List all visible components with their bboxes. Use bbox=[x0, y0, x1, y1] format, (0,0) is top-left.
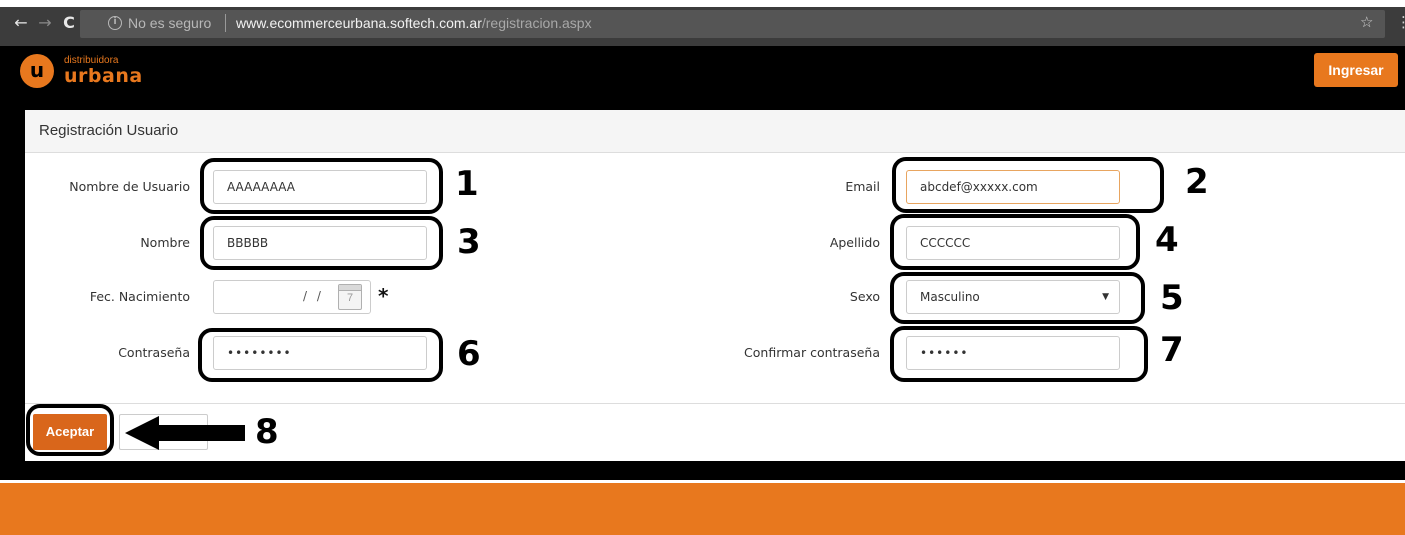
back-icon[interactable]: ← bbox=[12, 14, 30, 32]
login-button[interactable]: Ingresar bbox=[1314, 53, 1398, 87]
annotation-number: 3 bbox=[457, 222, 481, 262]
url-text[interactable]: www.ecommerceurbana.softech.com.ar/regis… bbox=[236, 15, 592, 31]
annotation-outline bbox=[200, 158, 443, 214]
security-status: No es seguro bbox=[128, 15, 212, 31]
annotation-number: 2 bbox=[1185, 162, 1209, 202]
reload-icon[interactable]: C bbox=[60, 14, 78, 32]
annotation-number: 5 bbox=[1160, 278, 1184, 318]
confirm-password-label: Confirmar contraseña bbox=[744, 345, 880, 360]
logo-mark-icon: u bbox=[20, 54, 54, 88]
required-mark: * bbox=[378, 284, 389, 308]
logo-title: urbana bbox=[64, 65, 143, 87]
page-title: Registración Usuario bbox=[39, 122, 179, 139]
annotation-outline bbox=[890, 326, 1148, 382]
url-separator bbox=[225, 14, 226, 32]
annotation-number: 6 bbox=[457, 334, 481, 374]
url-host: www.ecommerceurbana.softech.com.ar bbox=[236, 15, 482, 31]
info-icon[interactable]: i bbox=[108, 16, 122, 30]
url-path: /registracion.aspx bbox=[481, 15, 592, 31]
annotation-outline bbox=[890, 214, 1140, 270]
birth-date-label: Fec. Nacimiento bbox=[89, 289, 190, 304]
panel-footer-divider bbox=[25, 403, 1405, 404]
annotation-number: 1 bbox=[455, 164, 479, 204]
annotation-outline bbox=[892, 157, 1164, 213]
annotation-outline bbox=[198, 328, 443, 382]
bookmark-star-icon[interactable]: ☆ bbox=[1360, 13, 1373, 31]
annotation-number: 7 bbox=[1160, 330, 1184, 370]
username-label: Nombre de Usuario bbox=[69, 179, 190, 194]
forward-icon[interactable]: → bbox=[36, 14, 54, 32]
calendar-day: 7 bbox=[346, 292, 354, 304]
browser-top-strip bbox=[0, 0, 1405, 7]
sex-label: Sexo bbox=[849, 289, 880, 304]
left-arrow-icon bbox=[125, 416, 245, 450]
browser-toolbar: ← → C i No es seguro www.ecommerceurbana… bbox=[0, 0, 1405, 46]
annotation-outline bbox=[890, 272, 1145, 324]
birth-date-value: / / bbox=[303, 289, 324, 303]
browser-menu-icon[interactable]: ⋮ bbox=[1396, 13, 1405, 31]
annotation-outline bbox=[26, 404, 114, 456]
logo-letter: u bbox=[29, 58, 45, 82]
site-footer bbox=[0, 483, 1405, 535]
logo[interactable]: u distribuidora urbana bbox=[20, 54, 160, 90]
annotation-outline bbox=[200, 216, 443, 270]
password-label: Contraseña bbox=[118, 345, 190, 360]
last-name-label: Apellido bbox=[829, 235, 880, 250]
site-header: u distribuidora urbana Ingresar bbox=[0, 46, 1405, 102]
first-name-label: Nombre bbox=[140, 235, 190, 250]
annotation-number: 4 bbox=[1155, 220, 1179, 260]
annotation-number: 8 bbox=[255, 412, 279, 452]
panel-heading: Registración Usuario bbox=[25, 110, 1405, 153]
email-label: Email bbox=[845, 179, 880, 194]
calendar-icon[interactable]: 7 bbox=[338, 284, 362, 310]
